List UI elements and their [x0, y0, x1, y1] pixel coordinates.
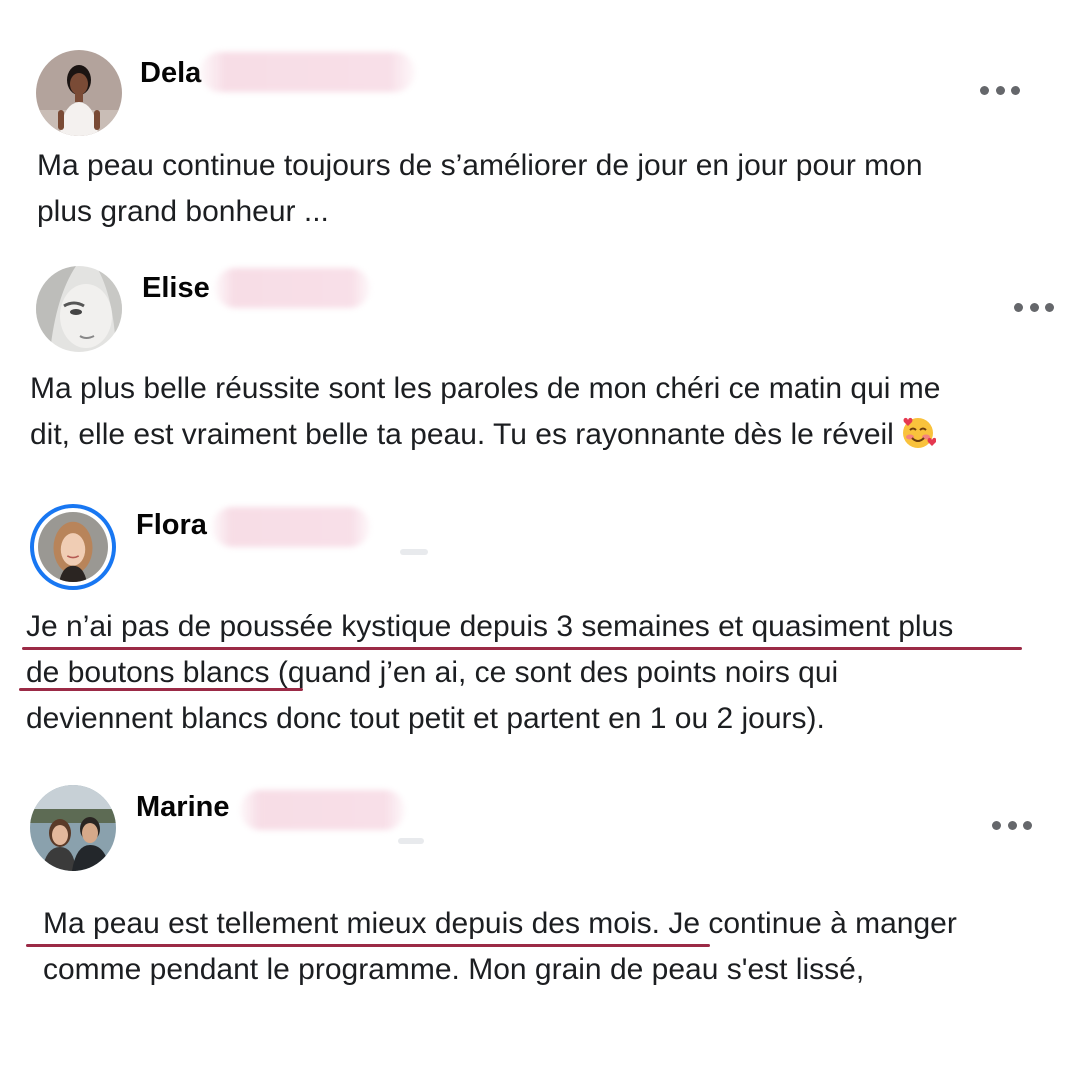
more-options-button[interactable] [980, 84, 1020, 96]
comment-text-line: Ma peau est tellement mieux depuis des m… [43, 907, 957, 940]
comment-text: Ma peau est tellement mieux depuis des m… [43, 901, 957, 993]
avatar[interactable] [36, 50, 122, 136]
redacted-surname [200, 52, 415, 92]
comment-text-line: Je n’ai pas de poussée kystique depuis 3… [26, 610, 954, 643]
more-options-button[interactable] [992, 819, 1032, 831]
author-name[interactable]: Flora [136, 509, 207, 542]
ellipsis-horizontal-icon [1014, 302, 1023, 312]
comment-text-line: deviennent blancs donc tout petit et par… [26, 702, 825, 735]
comment-text: Ma peau continue toujours de s’améliorer… [37, 143, 923, 235]
comment-text-line: comme pendant le programme. Mon grain de… [43, 953, 865, 986]
comment-text-line: Ma peau continue toujours de s’améliorer… [37, 149, 923, 182]
highlight-underline [19, 688, 303, 691]
smiling-face-with-hearts-icon [902, 417, 936, 448]
redacted-surname [212, 507, 370, 547]
redacted-timestamp [398, 838, 424, 844]
highlight-underline [22, 647, 1022, 650]
ellipsis-horizontal-icon [992, 820, 1001, 830]
more-options-button[interactable] [1014, 301, 1054, 313]
avatar-photo [38, 512, 108, 582]
redacted-surname [215, 268, 370, 308]
avatar-photo [30, 785, 116, 871]
comment-text-line: Ma plus belle réussite sont les paroles … [30, 372, 941, 405]
avatar[interactable] [30, 504, 116, 590]
author-name[interactable]: Marine [136, 791, 229, 824]
redacted-timestamp [400, 549, 428, 555]
avatar[interactable] [30, 785, 116, 871]
ellipsis-horizontal-icon [980, 85, 989, 95]
author-name[interactable]: Dela [140, 57, 201, 90]
comment-text: Je n’ai pas de poussée kystique depuis 3… [26, 604, 953, 742]
comment-text-line: plus grand bonheur ... [37, 195, 329, 228]
comment-text: Ma plus belle réussite sont les paroles … [30, 366, 940, 458]
author-name[interactable]: Elise [142, 272, 210, 305]
comment-text-line-content: dit, elle est vraiment belle ta peau. Tu… [30, 418, 894, 451]
comment-text-line: dit, elle est vraiment belle ta peau. Tu… [30, 412, 940, 458]
avatar-photo [36, 266, 122, 352]
avatar-photo [36, 50, 122, 136]
redacted-surname [240, 790, 405, 830]
highlight-underline [26, 944, 710, 947]
avatar[interactable] [36, 266, 122, 352]
